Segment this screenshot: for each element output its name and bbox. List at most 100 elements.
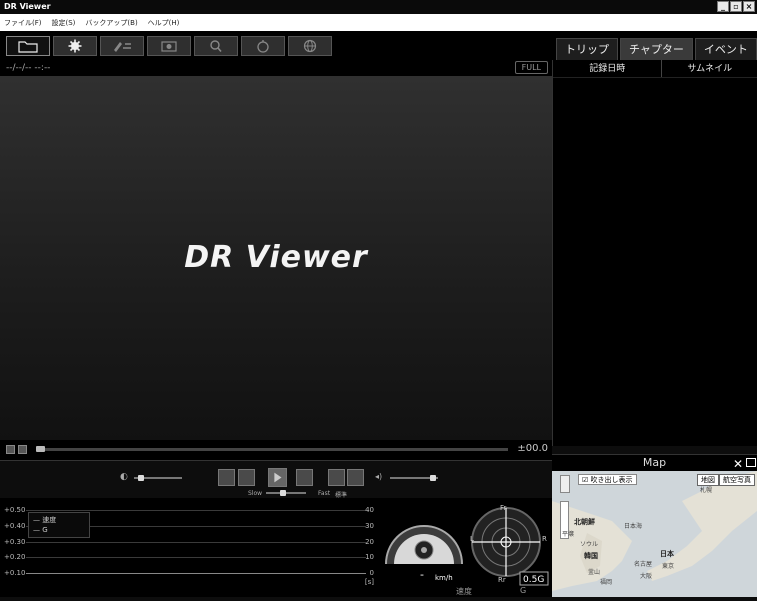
play-icon xyxy=(274,472,282,483)
place-label: 福岡 xyxy=(600,579,613,586)
speed-graph-label: 速度 xyxy=(456,587,472,596)
snapshot-button[interactable] xyxy=(147,35,191,56)
map-type-aerial[interactable]: 航空写真 xyxy=(719,474,755,486)
seek-bar: ±00.0 xyxy=(0,440,552,460)
bottom-label-strip: 速度 G xyxy=(0,586,552,597)
speedometer-dial: - km/h xyxy=(385,525,463,582)
menu-backup[interactable]: バックアップ(B) xyxy=(85,18,137,28)
legend-g: — G xyxy=(33,526,48,534)
speed-tick: 0 xyxy=(369,569,374,577)
fullscreen-button[interactable]: FULL xyxy=(514,61,548,74)
list-header: 記録日時 サムネイル xyxy=(553,60,757,78)
tab-trip[interactable]: トリップ xyxy=(556,38,618,60)
place-label: 名古屋 xyxy=(634,561,653,568)
menu-settings[interactable]: 設定(S) xyxy=(52,18,76,28)
fast-label: Fast xyxy=(318,490,331,497)
minimize-button[interactable]: _ xyxy=(717,1,729,12)
speed-tick: 40 xyxy=(365,506,374,514)
menu-file[interactable]: ファイル(F) xyxy=(4,18,42,28)
place-label: 釜山 xyxy=(588,569,601,576)
speed-tick: 30 xyxy=(365,522,374,530)
slow-label: Slow xyxy=(248,490,263,497)
graph-legend: — 速度 — G xyxy=(28,512,90,538)
skip-forward-button[interactable] xyxy=(347,469,364,486)
map-close-icon[interactable]: ✕ xyxy=(733,456,743,472)
next-file-button[interactable] xyxy=(18,445,27,454)
open-folder-button[interactable] xyxy=(6,35,50,56)
recording-datetime: --/--/-- --:-- xyxy=(6,63,51,73)
toolbar xyxy=(0,31,552,60)
speed-unit: km/h xyxy=(435,574,453,582)
maximize-button[interactable]: ▫ xyxy=(730,1,742,12)
brightness-icon: ◐ xyxy=(120,472,128,482)
brightness-slider[interactable] xyxy=(134,475,182,481)
place-label: 札幌 xyxy=(700,487,713,494)
video-viewport[interactable]: DR Viewer xyxy=(0,76,552,440)
step-forward-button[interactable] xyxy=(328,469,345,486)
g-sensor-meter: Fr L R Rr 0.5G xyxy=(468,498,552,597)
legend-speed: — 速度 xyxy=(33,516,57,524)
map-window-icon[interactable] xyxy=(746,458,756,467)
place-label: 東京 xyxy=(662,563,675,570)
prev-file-button[interactable] xyxy=(6,445,15,454)
g-rear-label: Rr xyxy=(498,576,506,584)
playback-controls: ◐ ◂) Slow Fast 標準 xyxy=(0,460,552,499)
tab-chapter[interactable]: チャプター xyxy=(620,38,693,60)
place-label: 日本海 xyxy=(624,523,643,530)
info-bar: --/--/-- --:-- FULL xyxy=(0,60,552,76)
speed-tick: 10 xyxy=(365,553,374,561)
edit-icon xyxy=(114,41,131,52)
step-back-button[interactable] xyxy=(238,469,255,486)
g-tick: +0.10 xyxy=(4,569,26,577)
place-label: 日本 xyxy=(660,550,674,558)
volume-slider[interactable] xyxy=(390,475,438,481)
g-tick: +0.50 xyxy=(4,506,26,514)
globe-icon xyxy=(303,39,317,52)
map-land xyxy=(552,471,757,591)
seek-slider[interactable] xyxy=(36,446,508,452)
g-front-label: Fr xyxy=(500,504,507,512)
skip-back-button[interactable] xyxy=(218,469,235,486)
edit-button[interactable] xyxy=(100,35,144,56)
speed-knob[interactable] xyxy=(280,490,286,496)
g-tick: +0.30 xyxy=(4,538,26,546)
brightness-knob[interactable] xyxy=(138,475,144,481)
col-recorded-datetime[interactable]: 記録日時 xyxy=(553,60,663,77)
timer-button[interactable] xyxy=(241,35,285,56)
place-label: 韓国 xyxy=(584,552,598,560)
speed-tick: 20 xyxy=(365,538,374,546)
col-thumbnail[interactable]: サムネイル xyxy=(662,60,757,77)
menu-help[interactable]: ヘルプ(H) xyxy=(148,18,180,28)
place-label: 平壌 xyxy=(562,531,575,538)
place-label: 大阪 xyxy=(640,573,653,580)
time-offset: ±00.0 xyxy=(517,443,548,454)
close-button[interactable]: × xyxy=(743,1,755,12)
place-label: 北朝鮮 xyxy=(574,518,595,526)
window-controls: _ ▫ × xyxy=(717,1,755,12)
sensor-graph: +0.50 +0.40 +0.30 +0.20 +0.10 40 30 20 1… xyxy=(0,498,380,597)
tab-event[interactable]: イベント xyxy=(694,38,757,60)
g-graph-label: G xyxy=(520,586,527,595)
folder-icon xyxy=(18,40,38,53)
time-unit: [s] xyxy=(364,578,374,586)
balloon-toggle[interactable]: ☑ 吹き出し表示 xyxy=(578,474,637,485)
stop-button[interactable] xyxy=(296,469,313,486)
volume-knob[interactable] xyxy=(430,475,436,481)
g-tick: +0.20 xyxy=(4,553,26,561)
map-button[interactable] xyxy=(288,35,332,56)
search-button[interactable] xyxy=(194,35,238,56)
street-view-icon[interactable] xyxy=(560,475,570,493)
seek-handle[interactable] xyxy=(36,446,45,452)
speed-slider[interactable] xyxy=(266,490,306,496)
map-view[interactable]: ☑ 吹き出し表示 地図 航空写真 北朝鮮 韓国 日本 日本海 名古屋 大阪 東京… xyxy=(552,471,757,597)
search-icon xyxy=(210,39,222,52)
title-bar: DR Viewer _ ▫ × xyxy=(0,0,757,14)
play-button[interactable] xyxy=(268,468,287,487)
chapter-list: 記録日時 サムネイル xyxy=(552,60,757,446)
camera-icon xyxy=(161,40,177,52)
timer-icon xyxy=(257,39,269,53)
map-title-bar: Map ✕ xyxy=(552,454,757,471)
settings-button[interactable] xyxy=(53,35,97,56)
app-title: DR Viewer xyxy=(4,2,51,11)
g-right-label: R xyxy=(542,535,547,543)
